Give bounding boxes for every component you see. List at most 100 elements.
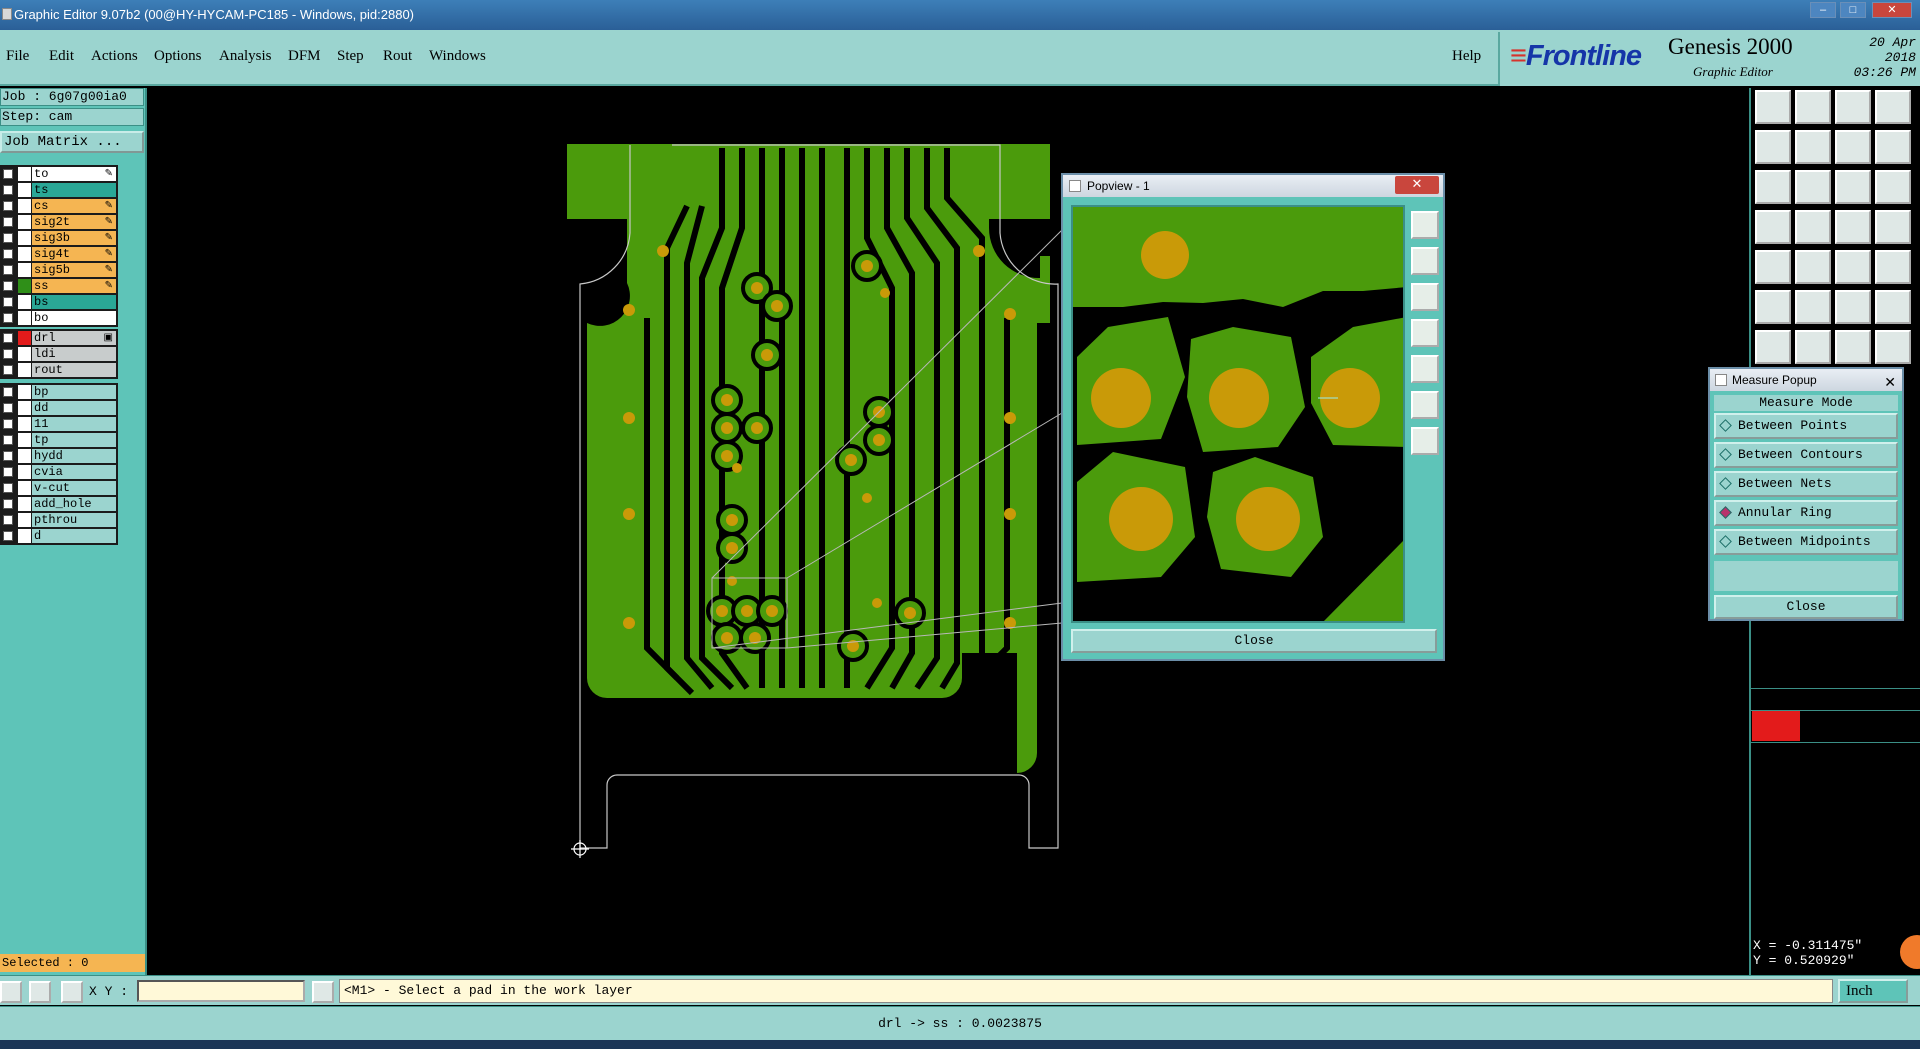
line-icon[interactable] [1795,250,1831,284]
layer-name[interactable]: d [32,529,116,543]
layer-name[interactable]: sig2t ✎ [32,215,116,229]
layer-checkbox[interactable] [3,313,13,323]
net-select-icon[interactable] [1875,210,1911,244]
minimize-button[interactable]: – [1810,2,1836,18]
measure-close-button[interactable]: Close [1714,595,1898,619]
popview-tool-pan-left-icon[interactable] [1411,319,1439,347]
layer-checkbox[interactable] [3,281,13,291]
layer-checkbox[interactable] [3,515,13,525]
layer-row-pthrou[interactable]: pthrou [1,512,117,528]
layer-name[interactable]: bp [32,385,116,399]
layer-color-swatch[interactable] [18,331,31,345]
layer-checkbox[interactable] [3,265,13,275]
layer-checkbox[interactable] [3,403,13,413]
layer-name[interactable]: bo [32,311,116,325]
measure-option-between-nets[interactable]: Between Nets [1714,471,1898,497]
unit-selector[interactable]: Inch [1838,979,1908,1003]
menu-step[interactable]: Step [337,48,364,65]
measure-option-between-contours[interactable]: Between Contours [1714,442,1898,468]
menu-dfm[interactable]: DFM [288,48,321,65]
measure-option-between-midpoints[interactable]: Between Midpoints [1714,529,1898,555]
layer-color-swatch[interactable] [18,167,31,181]
circle-icon[interactable] [1875,250,1911,284]
layer-color-swatch[interactable] [18,465,31,479]
layer-color-swatch[interactable] [18,513,31,527]
layer-name[interactable]: drl ▣ [32,331,116,345]
snap-mode-icon[interactable] [0,981,22,1003]
window-icon[interactable] [1875,90,1911,124]
scale-1-2-icon[interactable] [1835,170,1871,204]
layer-row-drl[interactable]: drl ▣ [1,330,117,346]
draw-line-icon[interactable] [1795,330,1831,364]
layer-row-dd[interactable]: dd [1,400,117,416]
layer-name[interactable]: 11 [32,417,116,431]
menu-help[interactable]: Help [1452,48,1481,65]
cross-icon[interactable] [1795,290,1831,324]
layer-name[interactable]: dd [32,401,116,415]
menu-edit[interactable]: Edit [49,48,74,65]
step-in-icon[interactable] [1755,130,1791,164]
measure-option-between-points[interactable]: Between Points [1714,413,1898,439]
step-out-icon[interactable] [1795,130,1831,164]
snap-icon[interactable] [1875,130,1911,164]
home-icon[interactable] [1835,90,1871,124]
layer-name[interactable]: to ✎ [32,167,116,181]
popview-tool-zoom-in-icon[interactable] [1411,247,1439,275]
maximize-button[interactable]: □ [1840,2,1866,18]
layer-checkbox[interactable] [3,467,13,477]
layer-row-d[interactable]: d [1,528,117,544]
zoom-fit-icon[interactable] [1755,170,1791,204]
xy-input[interactable] [137,980,305,1002]
layer-row-sig5b[interactable]: sig5b ✎ [1,262,117,278]
layer-color-swatch[interactable] [18,263,31,277]
layer-row-sig3b[interactable]: sig3b ✎ [1,230,117,246]
help-icon[interactable] [1875,170,1911,204]
menu-actions[interactable]: Actions [91,48,138,65]
layer-row-add_hole[interactable]: add_hole [1,496,117,512]
layer-color-swatch[interactable] [18,279,31,293]
popview-tool-home-view-icon[interactable] [1411,427,1439,455]
grid-toggle-icon[interactable] [61,981,83,1003]
layer-name[interactable]: ts [32,183,116,197]
popview-tool-pan-right-icon[interactable] [1411,355,1439,383]
layer-name[interactable]: sig3b ✎ [32,231,116,245]
measure-line-icon[interactable] [1755,330,1791,364]
ruler-icon[interactable] [29,981,51,1003]
layer-color-swatch[interactable] [18,481,31,495]
popview-tool-zoom-fit-icon[interactable] [1411,211,1439,239]
layer-row-cs[interactable]: cs ✎ [1,198,117,214]
layer-color-swatch[interactable] [18,401,31,415]
arc-icon[interactable] [1835,330,1871,364]
node-icon[interactable] [1755,290,1791,324]
popview-close-x[interactable]: ✕ [1395,176,1439,194]
layer-name[interactable]: add_hole [32,497,116,511]
connect-icon[interactable] [1875,290,1911,324]
layer-name[interactable]: sig5b ✎ [32,263,116,277]
layer-icon[interactable] [1875,330,1911,364]
layer-row-11[interactable]: 11 [1,416,117,432]
layer-name[interactable]: bs [32,295,116,309]
layer-row-bp[interactable]: bp [1,384,117,400]
layer-name[interactable]: ss ✎ [32,279,116,293]
popview-close-button[interactable]: Close [1071,629,1437,653]
save-icon[interactable] [1755,90,1791,124]
popview-tool-zoom-box-icon[interactable] [1411,391,1439,419]
net-icon[interactable] [1835,210,1871,244]
measure-option-annular-ring[interactable]: Annular Ring [1714,500,1898,526]
grid-icon[interactable] [1795,210,1831,244]
layer-row-rout[interactable]: rout [1,362,117,378]
layer-checkbox[interactable] [3,233,13,243]
pan-icon[interactable] [1835,130,1871,164]
layer-checkbox[interactable] [3,483,13,493]
layer-row-v-cut[interactable]: v-cut [1,480,117,496]
layer-name[interactable]: cs ✎ [32,199,116,213]
edit-tool-icon[interactable] [1755,210,1791,244]
layer-checkbox[interactable] [3,185,13,195]
layer-row-bo[interactable]: bo [1,310,117,326]
layer-color-swatch[interactable] [18,417,31,431]
layer-color-swatch[interactable] [18,215,31,229]
graphic-canvas[interactable] [147,88,1749,975]
info-icon[interactable] [312,981,334,1003]
pcb-view[interactable] [147,88,1749,975]
active-layer-indicator-icon[interactable] [1752,711,1800,741]
